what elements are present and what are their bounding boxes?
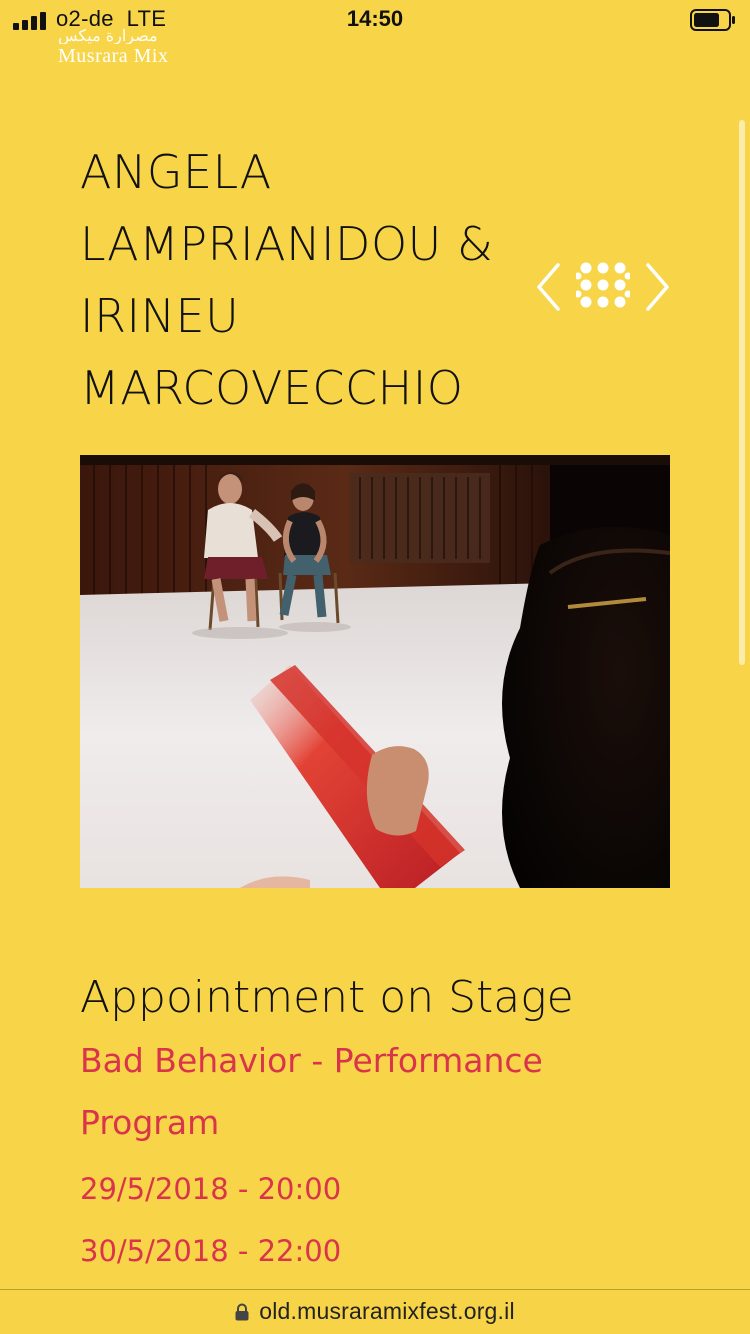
event-date: 30/5/2018 - 22:00 <box>80 1234 342 1268</box>
grid-icon <box>574 262 632 308</box>
performance-photo <box>80 455 670 888</box>
chevron-right-icon <box>646 263 669 311</box>
scrollbar[interactable] <box>739 120 745 665</box>
lock-icon <box>235 1303 249 1321</box>
artist-name-line: LAMPRIANIDOU & <box>80 217 494 271</box>
page: o2-de LTE 14:50 مصرارة ميكس Musrara Mix … <box>0 0 750 1334</box>
performance-photo-illustration <box>80 455 670 888</box>
url-text: old.musraramixfest.org.il <box>259 1298 515 1324</box>
artist-navigation <box>530 258 675 316</box>
logo-latin-text: Musrara Mix <box>58 45 169 67</box>
site-logo[interactable]: مصرارة ميكس Musrara Mix <box>58 28 168 68</box>
chevron-left-icon <box>537 263 560 311</box>
logo-arabic-text: مصرارة ميكس <box>58 28 158 44</box>
event-date: 29/5/2018 - 20:00 <box>80 1172 342 1206</box>
program-link[interactable]: Bad Behavior - Performance Program <box>80 1030 640 1154</box>
battery-icon <box>690 9 735 31</box>
artist-name-line: IRINEU <box>80 289 240 343</box>
artist-name-line: MARCOVECCHIO <box>80 361 464 415</box>
event-title: Appointment on Stage <box>80 972 574 1023</box>
all-artists-button[interactable] <box>574 258 632 316</box>
artist-name-heading: ANGELA LAMPRIANIDOU & IRINEU MARCOVECCHI… <box>80 136 520 424</box>
event-dates: 29/5/2018 - 20:00 30/5/2018 - 22:00 <box>80 1158 341 1282</box>
artist-name-line: ANGELA <box>80 145 272 199</box>
next-artist-button[interactable] <box>636 258 676 316</box>
url-display[interactable]: old.musraramixfest.org.il <box>235 1298 515 1325</box>
browser-url-bar[interactable]: old.musraramixfest.org.il <box>0 1289 750 1334</box>
previous-artist-button[interactable] <box>530 258 570 316</box>
